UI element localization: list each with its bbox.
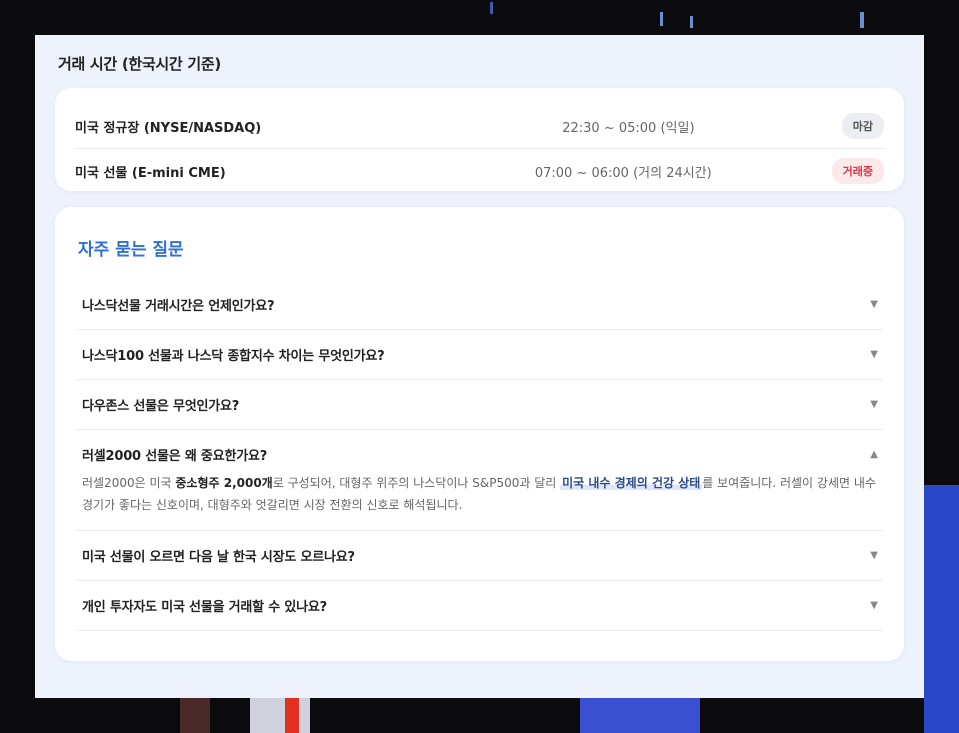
status-badge-closed: 마감	[841, 113, 884, 139]
market-time: 07:00 ~ 06:00 (거의 24시간)	[534, 165, 712, 181]
trading-hours-title: 거래 시간 (한국시간 기준)	[58, 55, 221, 73]
faq-item: 나스닥100 선물과 나스닥 종합지수 차이는 무엇인가요? ▼	[77, 330, 882, 380]
chevron-down-icon: ▼	[870, 349, 878, 360]
market-time: 22:30 ~ 05:00 (익일)	[562, 120, 695, 136]
answer-bold: 중소형주 2,000개	[175, 476, 273, 490]
faq-card: 자주 묻는 질문 나스닥선물 거래시간은 언제인가요? ▼ 나스닥100 선물과…	[55, 207, 904, 661]
faq-question-toggle[interactable]: 미국 선물이 오르면 다음 날 한국 시장도 오르나요? ▼	[77, 531, 882, 580]
faq-item: 미국 선물이 오르면 다음 날 한국 시장도 오르나요? ▼	[77, 531, 882, 581]
faq-answer: 러셀2000은 미국 중소형주 2,000개로 구성되어, 대형주 위주의 나스…	[77, 472, 882, 530]
trading-hours-card: 미국 정규장 (NYSE/NASDAQ) 22:30 ~ 05:00 (익일) …	[55, 88, 904, 191]
background-streak	[250, 698, 310, 733]
hours-row: 미국 선물 (E-mini CME) 07:00 ~ 06:00 (거의 24시…	[75, 149, 884, 193]
background-streak	[285, 698, 299, 733]
content-panel: 거래 시간 (한국시간 기준) 미국 정규장 (NYSE/NASDAQ) 22:…	[35, 35, 924, 698]
faq-title: 자주 묻는 질문	[78, 240, 184, 260]
faq-question-toggle[interactable]: 다우존스 선물은 무엇인가요? ▼	[77, 380, 882, 429]
faq-item: 나스닥선물 거래시간은 언제인가요? ▼	[77, 280, 882, 330]
faq-question-text: 나스닥100 선물과 나스닥 종합지수 차이는 무엇인가요?	[82, 349, 385, 364]
chevron-down-icon: ▼	[870, 299, 878, 310]
faq-question-text: 나스닥선물 거래시간은 언제인가요?	[82, 299, 275, 314]
faq-question-text: 미국 선물이 오르면 다음 날 한국 시장도 오르나요?	[82, 550, 355, 565]
background-streak	[580, 698, 700, 733]
chevron-down-icon: ▼	[870, 399, 878, 410]
background-streak	[690, 16, 693, 28]
faq-item: 개인 투자자도 미국 선물을 거래할 수 있나요? ▼	[77, 581, 882, 631]
faq-question-toggle[interactable]: 나스닥100 선물과 나스닥 종합지수 차이는 무엇인가요? ▼	[77, 330, 882, 379]
faq-question-text: 개인 투자자도 미국 선물을 거래할 수 있나요?	[82, 600, 327, 615]
faq-item-expanded: 러셀2000 선물은 왜 중요한가요? ▲ 러셀2000은 미국 중소형주 2,…	[77, 430, 882, 531]
answer-text: 로 구성되어, 대형주 위주의 나스닥이나 S&P500과 달리	[272, 476, 561, 490]
faq-question-text: 러셀2000 선물은 왜 중요한가요?	[82, 449, 268, 464]
background-streak	[860, 12, 864, 28]
background-streak	[180, 698, 210, 733]
market-name: 미국 선물 (E-mini CME)	[75, 165, 226, 181]
chevron-down-icon: ▼	[870, 550, 878, 561]
answer-highlight: 미국 내수 경제의 건강 상태	[560, 476, 703, 490]
answer-text: 러셀2000은 미국	[82, 476, 176, 490]
hours-row: 미국 정규장 (NYSE/NASDAQ) 22:30 ~ 05:00 (익일) …	[75, 104, 884, 149]
faq-question-toggle[interactable]: 나스닥선물 거래시간은 언제인가요? ▼	[77, 280, 882, 329]
status-badge-open: 거래중	[831, 158, 884, 184]
background-streak	[924, 485, 959, 733]
faq-item: 다우존스 선물은 무엇인가요? ▼	[77, 380, 882, 430]
chevron-up-icon: ▲	[870, 449, 878, 460]
market-name: 미국 정규장 (NYSE/NASDAQ)	[75, 120, 262, 136]
background-streak	[490, 2, 493, 14]
faq-question-toggle[interactable]: 개인 투자자도 미국 선물을 거래할 수 있나요? ▼	[77, 581, 882, 630]
faq-question-text: 다우존스 선물은 무엇인가요?	[82, 399, 240, 414]
background-streak	[660, 12, 663, 26]
chevron-down-icon: ▼	[870, 600, 878, 611]
